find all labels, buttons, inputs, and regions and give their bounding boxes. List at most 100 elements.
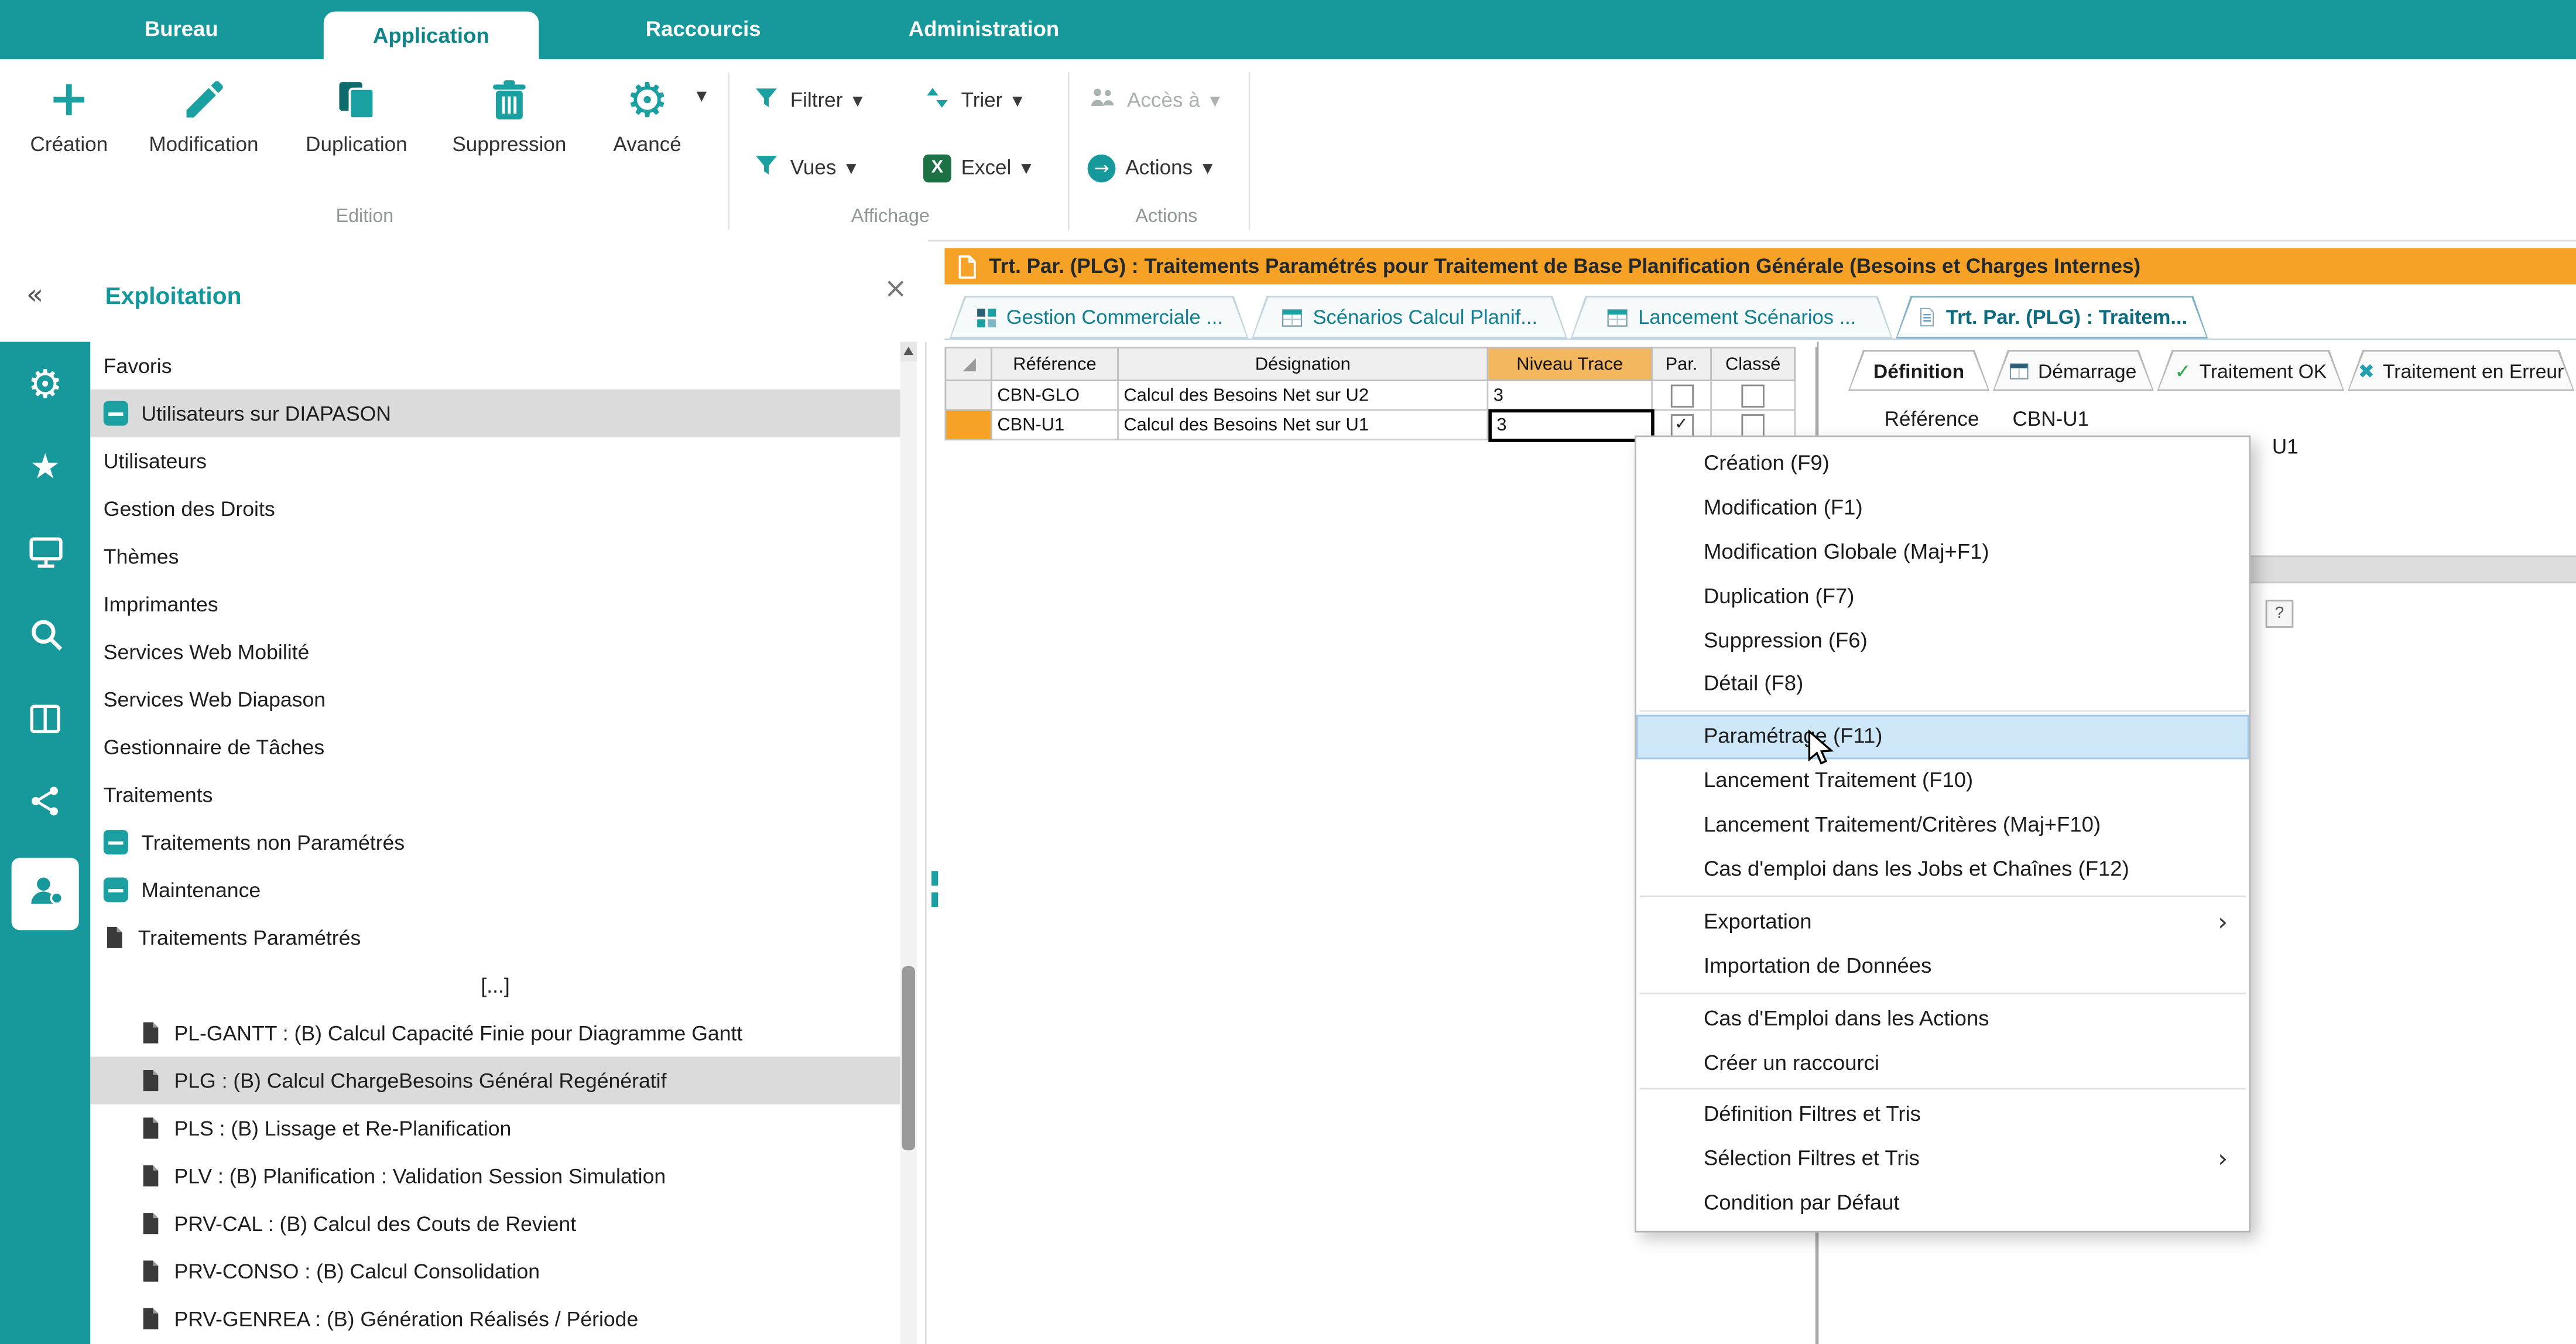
menu-item-detail[interactable]: Détail (F8) xyxy=(1636,663,2249,707)
reference-field-value[interactable]: CBN-U1 xyxy=(2012,408,2089,430)
menu-item-duplication[interactable]: Duplication (F7) xyxy=(1636,574,2249,618)
tree-item-pl-gantt[interactable]: PL-GANTT : (B) Calcul Capacité Finie pou… xyxy=(90,1009,900,1056)
cell-designation[interactable]: Calcul des Besoins Net sur U2 xyxy=(1119,381,1488,411)
avance-dropdown-icon[interactable]: ▼ xyxy=(697,89,707,104)
nav-favorites-button[interactable]: ★ xyxy=(0,430,90,502)
cell-reference[interactable]: CBN-GLO xyxy=(992,381,1119,411)
tree-item-traitements-non-parametres[interactable]: Traitements non Paramétrés xyxy=(90,818,900,866)
modification-button[interactable]: Modification xyxy=(131,69,276,156)
tab-trt-par-plg-active[interactable]: Trt. Par. (PLG) : Traitem... xyxy=(1896,296,2208,338)
close-panel-icon[interactable]: × xyxy=(884,273,907,306)
tree-item-prv-genrea[interactable]: PRV-GENREA : (B) Génération Réalisés / P… xyxy=(90,1295,900,1342)
tree-item-plv[interactable]: PLV : (B) Planification : Validation Ses… xyxy=(90,1152,900,1199)
menu-item-lancement-traitement-criteres[interactable]: Lancement Traitement/Critères (Maj+F10) xyxy=(1636,804,2249,848)
menu-item-condition-par-defaut[interactable]: Condition par Défaut xyxy=(1636,1182,2249,1226)
actions-dropdown-icon[interactable]: ▼ xyxy=(1203,160,1212,175)
tree-item-gestion-droits[interactable]: Gestion des Droits xyxy=(90,485,900,532)
cell-designation[interactable]: Calcul des Besoins Net sur U1 xyxy=(1119,411,1488,441)
menu-item-definition-filtres-tris[interactable]: Définition Filtres et Tris xyxy=(1636,1093,2249,1137)
nav-desktop-button[interactable] xyxy=(0,519,90,591)
tab-scenarios-calcul[interactable]: Scénarios Calcul Planif... xyxy=(1252,296,1567,338)
checkbox-unchecked[interactable] xyxy=(1741,384,1764,406)
menu-tab-bureau[interactable]: Bureau xyxy=(145,0,218,59)
column-header-niveau-trace[interactable]: Niveau Trace xyxy=(1488,347,1653,381)
vues-dropdown-icon[interactable]: ▼ xyxy=(846,160,856,175)
suppression-button[interactable]: Suppression xyxy=(437,69,581,156)
excel-dropdown-icon[interactable]: ▼ xyxy=(1021,160,1031,175)
menu-item-modification[interactable]: Modification (F1) xyxy=(1636,486,2249,530)
scrollbar-thumb[interactable] xyxy=(902,966,915,1150)
tab-lancement-scenarios[interactable]: Lancement Scénarios ... xyxy=(1571,296,1893,338)
tree-item-prv-cal[interactable]: PRV-CAL : (B) Calcul des Couts de Revien… xyxy=(90,1199,900,1247)
nav-search-button[interactable] xyxy=(0,601,90,673)
menu-tab-raccourcis[interactable]: Raccourcis xyxy=(646,0,761,59)
tree-item-imprimantes[interactable]: Imprimantes xyxy=(90,580,900,628)
designation-field-partial-value[interactable]: U1 xyxy=(2272,436,2298,459)
nav-settings-button[interactable]: ⚙ xyxy=(0,348,90,420)
collapse-panel-icon[interactable]: « xyxy=(26,279,43,312)
row-selector[interactable] xyxy=(945,381,992,411)
tree-item-traitements-parametres[interactable]: Traitements Paramétrés xyxy=(90,914,900,961)
menu-item-parametrage-highlighted[interactable]: Paramétrage (F11) xyxy=(1636,716,2249,760)
detail-tab-demarrage[interactable]: Démarrage xyxy=(1993,350,2154,391)
column-header-classe[interactable]: Classé xyxy=(1712,347,1796,381)
tree-item-gestionnaire-taches[interactable]: Gestionnaire de Tâches xyxy=(90,723,900,771)
cell-par-checkbox[interactable] xyxy=(1653,381,1712,411)
checkbox-unchecked[interactable] xyxy=(1670,384,1693,406)
scroll-up-button[interactable] xyxy=(900,342,917,362)
menu-tab-administration[interactable]: Administration xyxy=(909,0,1059,59)
tree-item-favoris[interactable]: Favoris xyxy=(90,342,900,389)
tree-item-themes[interactable]: Thèmes xyxy=(90,532,900,580)
tree-item-prv-conso[interactable]: PRV-CONSO : (B) Calcul Consolidation xyxy=(90,1247,900,1295)
column-header-designation[interactable]: Désignation xyxy=(1119,347,1488,381)
avance-button[interactable]: ⚙ Avancé xyxy=(575,69,720,156)
menu-item-importation-donnees[interactable]: Importation de Données xyxy=(1636,945,2249,989)
menu-item-exportation[interactable]: Exportation› xyxy=(1636,900,2249,944)
filtrer-dropdown-icon[interactable]: ▼ xyxy=(852,93,862,108)
select-all-corner-cell[interactable] xyxy=(945,347,992,381)
menu-item-creer-raccourci[interactable]: Créer un raccourci xyxy=(1636,1041,2249,1085)
menu-item-cas-emploi-jobs-chaines[interactable]: Cas d'emploi dans les Jobs et Chaînes (F… xyxy=(1636,848,2249,892)
menu-item-modification-globale[interactable]: Modification Globale (Maj+F1) xyxy=(1636,531,2249,574)
tree-scrollbar[interactable] xyxy=(900,342,917,1344)
tree-item-traitements[interactable]: Traitements xyxy=(90,771,900,818)
menu-item-creation[interactable]: Création (F9) xyxy=(1636,442,2249,486)
cell-classe-checkbox[interactable] xyxy=(1712,381,1796,411)
checkbox-checked[interactable]: ✓ xyxy=(1670,413,1693,436)
detail-tab-traitement-erreur[interactable]: ✖Traitement en Erreur xyxy=(2348,350,2574,391)
menu-item-suppression[interactable]: Suppression (F6) xyxy=(1636,619,2249,663)
actions-button[interactable]: → Actions ▼ xyxy=(1088,149,1213,186)
menu-tab-application[interactable]: Application xyxy=(324,12,539,59)
duplication-button[interactable]: Duplication xyxy=(284,69,429,156)
excel-button[interactable]: X Excel ▼ xyxy=(923,149,1031,186)
tree-item-services-web-diapason[interactable]: Services Web Diapason xyxy=(90,675,900,723)
filtrer-button[interactable]: Filtrer ▼ xyxy=(752,82,862,118)
menu-item-lancement-traitement[interactable]: Lancement Traitement (F10) xyxy=(1636,760,2249,803)
detail-tab-traitement-ok[interactable]: ✓Traitement OK xyxy=(2157,350,2344,391)
tree-item-pls[interactable]: PLS : (B) Lissage et Re-Planification xyxy=(90,1104,900,1152)
menu-item-cas-emploi-actions[interactable]: Cas d'Emploi dans les Actions xyxy=(1636,997,2249,1041)
column-header-par[interactable]: Par. xyxy=(1653,347,1712,381)
tree-item-maintenance[interactable]: Maintenance xyxy=(90,866,900,914)
nav-layout-button[interactable] xyxy=(0,687,90,759)
tree-item-plg[interactable]: PLG : (B) Calcul ChargeBesoins Général R… xyxy=(90,1056,900,1104)
cell-niveau-trace[interactable]: 3 xyxy=(1488,381,1653,411)
detail-tab-definition[interactable]: Définition xyxy=(1848,350,1989,391)
menu-item-selection-filtres-tris[interactable]: Sélection Filtres et Tris› xyxy=(1636,1138,2249,1182)
help-button[interactable]: ? xyxy=(2266,600,2294,628)
tree-item-utilisateurs-diapason[interactable]: Utilisateurs sur DIAPASON xyxy=(90,389,900,437)
nav-share-button[interactable] xyxy=(0,769,90,841)
trier-button[interactable]: Trier ▼ xyxy=(923,82,1022,118)
cell-reference[interactable]: CBN-U1 xyxy=(992,411,1119,441)
trier-dropdown-icon[interactable]: ▼ xyxy=(1012,93,1022,108)
nav-users-button-selected[interactable] xyxy=(0,858,90,930)
tree-item-ellipsis[interactable]: [...] xyxy=(90,962,900,1009)
checkbox-unchecked[interactable] xyxy=(1741,413,1764,436)
vues-button[interactable]: Vues ▼ xyxy=(752,149,856,186)
tree-item-services-web-mobilite[interactable]: Services Web Mobilité xyxy=(90,628,900,675)
tab-gestion-commerciale[interactable]: Gestion Commerciale ... xyxy=(950,296,1249,338)
row-selector-current[interactable] xyxy=(945,411,992,441)
cell-niveau-trace-selected[interactable]: 3 xyxy=(1488,409,1654,442)
panel-splitter[interactable] xyxy=(925,342,945,1344)
column-header-reference[interactable]: Référence xyxy=(992,347,1119,381)
